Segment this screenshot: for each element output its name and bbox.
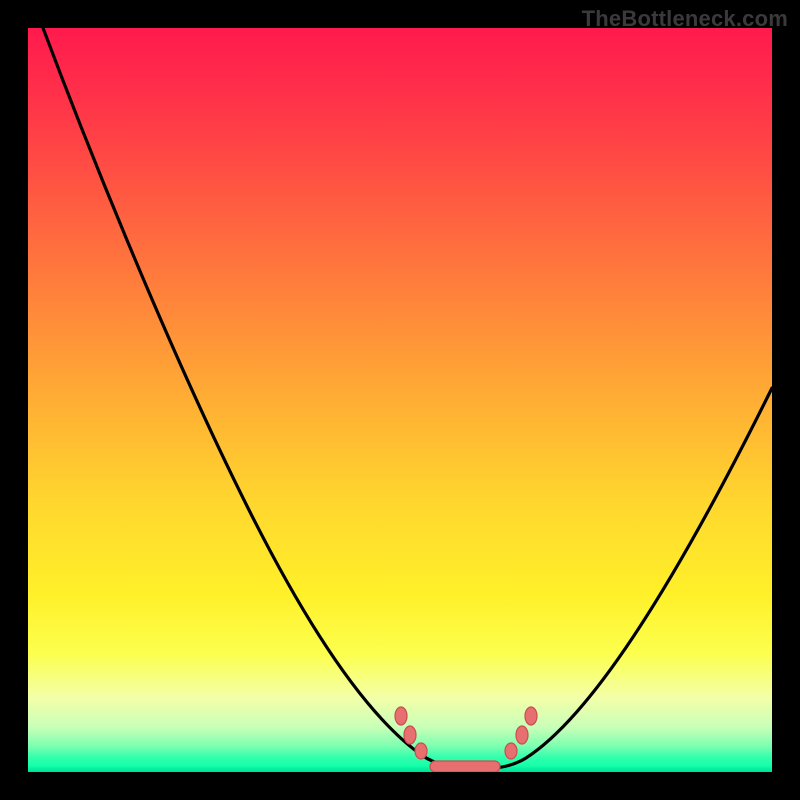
chart-frame: TheBottleneck.com <box>0 0 800 800</box>
marker-cluster-right3 <box>525 707 537 725</box>
marker-cluster-right <box>505 743 517 759</box>
marker-cluster-left3 <box>415 743 427 759</box>
curve-layer <box>28 28 772 772</box>
branding-watermark: TheBottleneck.com <box>582 6 788 32</box>
marker-cluster-left2 <box>404 726 416 744</box>
marker-flat-1 <box>430 761 500 772</box>
bottleneck-curve <box>43 28 772 769</box>
marker-cluster-left <box>395 707 407 725</box>
marker-cluster-right2 <box>516 726 528 744</box>
plot-area <box>28 28 772 772</box>
